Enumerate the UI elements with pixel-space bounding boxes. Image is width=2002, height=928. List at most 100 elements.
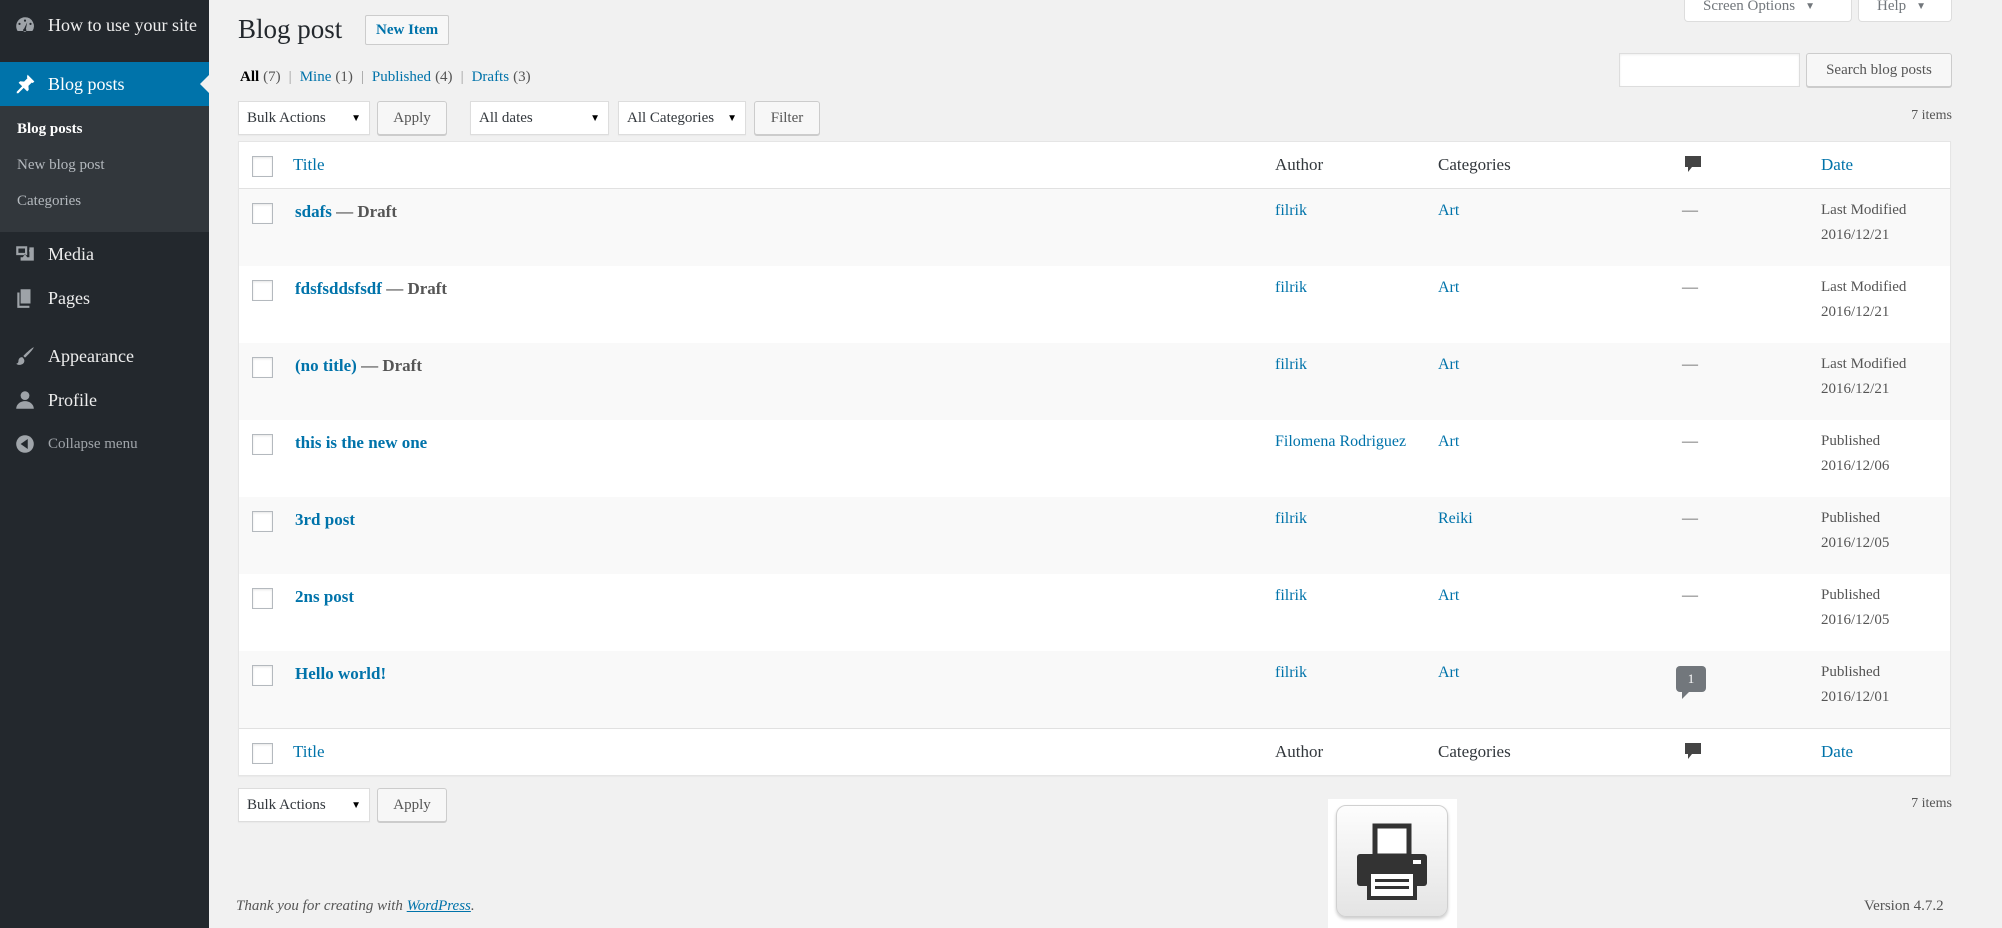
select-all-checkbox[interactable] xyxy=(252,743,273,764)
row-checkbox[interactable] xyxy=(252,588,273,609)
row-title: fdsfsddsfsdf — Draft xyxy=(295,279,447,299)
comment-count-bubble[interactable]: 1 xyxy=(1676,666,1706,699)
post-date: Published 2016/12/06 xyxy=(1821,429,1889,479)
categories-select[interactable]: All Categories ▼ xyxy=(618,101,746,135)
dates-select[interactable]: All dates ▼ xyxy=(470,101,609,135)
column-date[interactable]: Date xyxy=(1821,155,1853,175)
table-row: fdsfsddsfsdf — Draft filrik Art — Last M… xyxy=(239,266,1950,343)
table-row: sdafs — Draft filrik Art — Last Modified… xyxy=(239,189,1950,266)
comment-count: — xyxy=(1682,356,1698,373)
view-all[interactable]: All (7) xyxy=(240,69,281,86)
post-title-link[interactable]: (no title) xyxy=(295,356,357,375)
menu-dashboard[interactable]: How to use your site xyxy=(0,3,209,47)
items-count: 7 items xyxy=(1911,108,1952,123)
row-checkbox[interactable] xyxy=(252,511,273,532)
post-title-link[interactable]: 3rd post xyxy=(295,510,355,529)
view-drafts[interactable]: Drafts (3) xyxy=(472,69,531,86)
post-category-link[interactable]: Art xyxy=(1438,279,1459,297)
column-date[interactable]: Date xyxy=(1821,742,1853,762)
post-author-link[interactable]: Filomena Rodriguez xyxy=(1275,433,1406,451)
row-checkbox[interactable] xyxy=(252,280,273,301)
table-body: sdafs — Draft filrik Art — Last Modified… xyxy=(239,189,1950,728)
submenu-new-blog-post[interactable]: New blog post xyxy=(17,157,105,174)
menu-profile[interactable]: Profile xyxy=(0,378,209,422)
caret-down-icon: ▼ xyxy=(351,113,361,124)
menu-blog-posts[interactable]: Blog posts xyxy=(0,62,209,106)
select-all-checkbox[interactable] xyxy=(252,156,273,177)
post-title-link[interactable]: this is the new one xyxy=(295,433,427,452)
bulk-actions-select[interactable]: Bulk Actions ▼ xyxy=(238,101,370,135)
row-title: Hello world! xyxy=(295,664,386,684)
view-mine[interactable]: Mine (1) xyxy=(300,69,353,86)
post-category-link[interactable]: Art xyxy=(1438,587,1459,605)
column-title[interactable]: Title xyxy=(293,742,325,762)
apply-button-bottom[interactable]: Apply xyxy=(377,788,447,822)
row-title: sdafs — Draft xyxy=(295,202,397,222)
caret-down-icon: ▼ xyxy=(351,800,361,811)
submenu-categories[interactable]: Categories xyxy=(17,193,81,210)
post-author-link[interactable]: filrik xyxy=(1275,664,1307,682)
search-blog-posts-button[interactable]: Search blog posts xyxy=(1806,53,1952,87)
post-category-link[interactable]: Art xyxy=(1438,664,1459,682)
table-row: 2ns post filrik Art — Published 2016/12/… xyxy=(239,574,1950,651)
row-checkbox[interactable] xyxy=(252,665,273,686)
post-author-link[interactable]: filrik xyxy=(1275,279,1307,297)
post-date-value: 2016/12/01 xyxy=(1821,689,1890,705)
post-category-link[interactable]: Reiki xyxy=(1438,510,1473,528)
post-date: Last Modified 2016/12/21 xyxy=(1821,198,1906,248)
menu-pages[interactable]: Pages xyxy=(0,276,209,320)
menu-appearance[interactable]: Appearance xyxy=(0,334,209,378)
search-input[interactable] xyxy=(1619,53,1800,87)
menu-media[interactable]: Media xyxy=(0,232,209,276)
blog-posts-submenu: Blog posts New blog post Categories xyxy=(0,106,209,232)
apply-button[interactable]: Apply xyxy=(377,101,447,135)
submenu-blog-posts[interactable]: Blog posts xyxy=(17,121,82,138)
post-title-link[interactable]: sdafs xyxy=(295,202,332,221)
row-checkbox[interactable] xyxy=(252,357,273,378)
post-author-link[interactable]: filrik xyxy=(1275,587,1307,605)
screen-options-button[interactable]: Screen Options ▼ xyxy=(1684,0,1852,22)
print-widget[interactable] xyxy=(1328,799,1457,928)
row-checkbox[interactable] xyxy=(252,434,273,455)
caret-down-icon: ▼ xyxy=(1805,1,1815,12)
post-author-link[interactable]: filrik xyxy=(1275,202,1307,220)
post-date-status: Last Modified xyxy=(1821,356,1907,372)
bulk-actions-value: Bulk Actions xyxy=(247,109,326,126)
post-author-link[interactable]: filrik xyxy=(1275,510,1307,528)
table-row: (no title) — Draft filrik Art — Last Mod… xyxy=(239,343,1950,420)
post-date-status: Last Modified xyxy=(1821,279,1907,295)
page-title: Blog post xyxy=(238,14,343,44)
column-title[interactable]: Title xyxy=(293,155,325,175)
wordpress-link[interactable]: WordPress xyxy=(407,898,471,914)
caret-down-icon: ▼ xyxy=(1916,1,1927,12)
new-item-button[interactable]: New Item xyxy=(365,15,450,45)
printer-icon xyxy=(1336,805,1448,917)
dates-value: All dates xyxy=(479,109,533,126)
post-state: — Draft xyxy=(386,279,448,298)
view-all-count: (7) xyxy=(263,69,281,85)
column-categories: Categories xyxy=(1438,742,1511,761)
view-published[interactable]: Published (4) xyxy=(372,69,453,86)
filter-button[interactable]: Filter xyxy=(754,101,820,135)
comment-count: — xyxy=(1682,510,1698,527)
post-date-status: Published xyxy=(1821,433,1881,449)
post-date: Published 2016/12/01 xyxy=(1821,660,1889,710)
post-category-link[interactable]: Art xyxy=(1438,433,1459,451)
view-mine-count: (1) xyxy=(335,69,353,85)
collapse-menu[interactable]: Collapse menu xyxy=(0,422,209,466)
post-date-status: Published xyxy=(1821,510,1881,526)
help-button[interactable]: Help ▼ xyxy=(1858,0,1952,22)
post-category-link[interactable]: Art xyxy=(1438,356,1459,374)
bulk-actions-select-bottom[interactable]: Bulk Actions ▼ xyxy=(238,788,370,822)
post-title-link[interactable]: Hello world! xyxy=(295,664,386,683)
main-content: Blog post New Item Screen Options ▼ Help ▼… xyxy=(209,0,2002,928)
row-title: (no title) — Draft xyxy=(295,356,422,376)
footer-thanks: Thank you for creating with WordPress. xyxy=(236,898,475,915)
post-category-link[interactable]: Art xyxy=(1438,202,1459,220)
footer-thanks-suffix: . xyxy=(470,898,475,914)
post-author-link[interactable]: filrik xyxy=(1275,356,1307,374)
post-title-link[interactable]: fdsfsddsfsdf xyxy=(295,279,382,298)
separator: | xyxy=(288,69,292,85)
post-title-link[interactable]: 2ns post xyxy=(295,587,354,606)
row-checkbox[interactable] xyxy=(252,203,273,224)
